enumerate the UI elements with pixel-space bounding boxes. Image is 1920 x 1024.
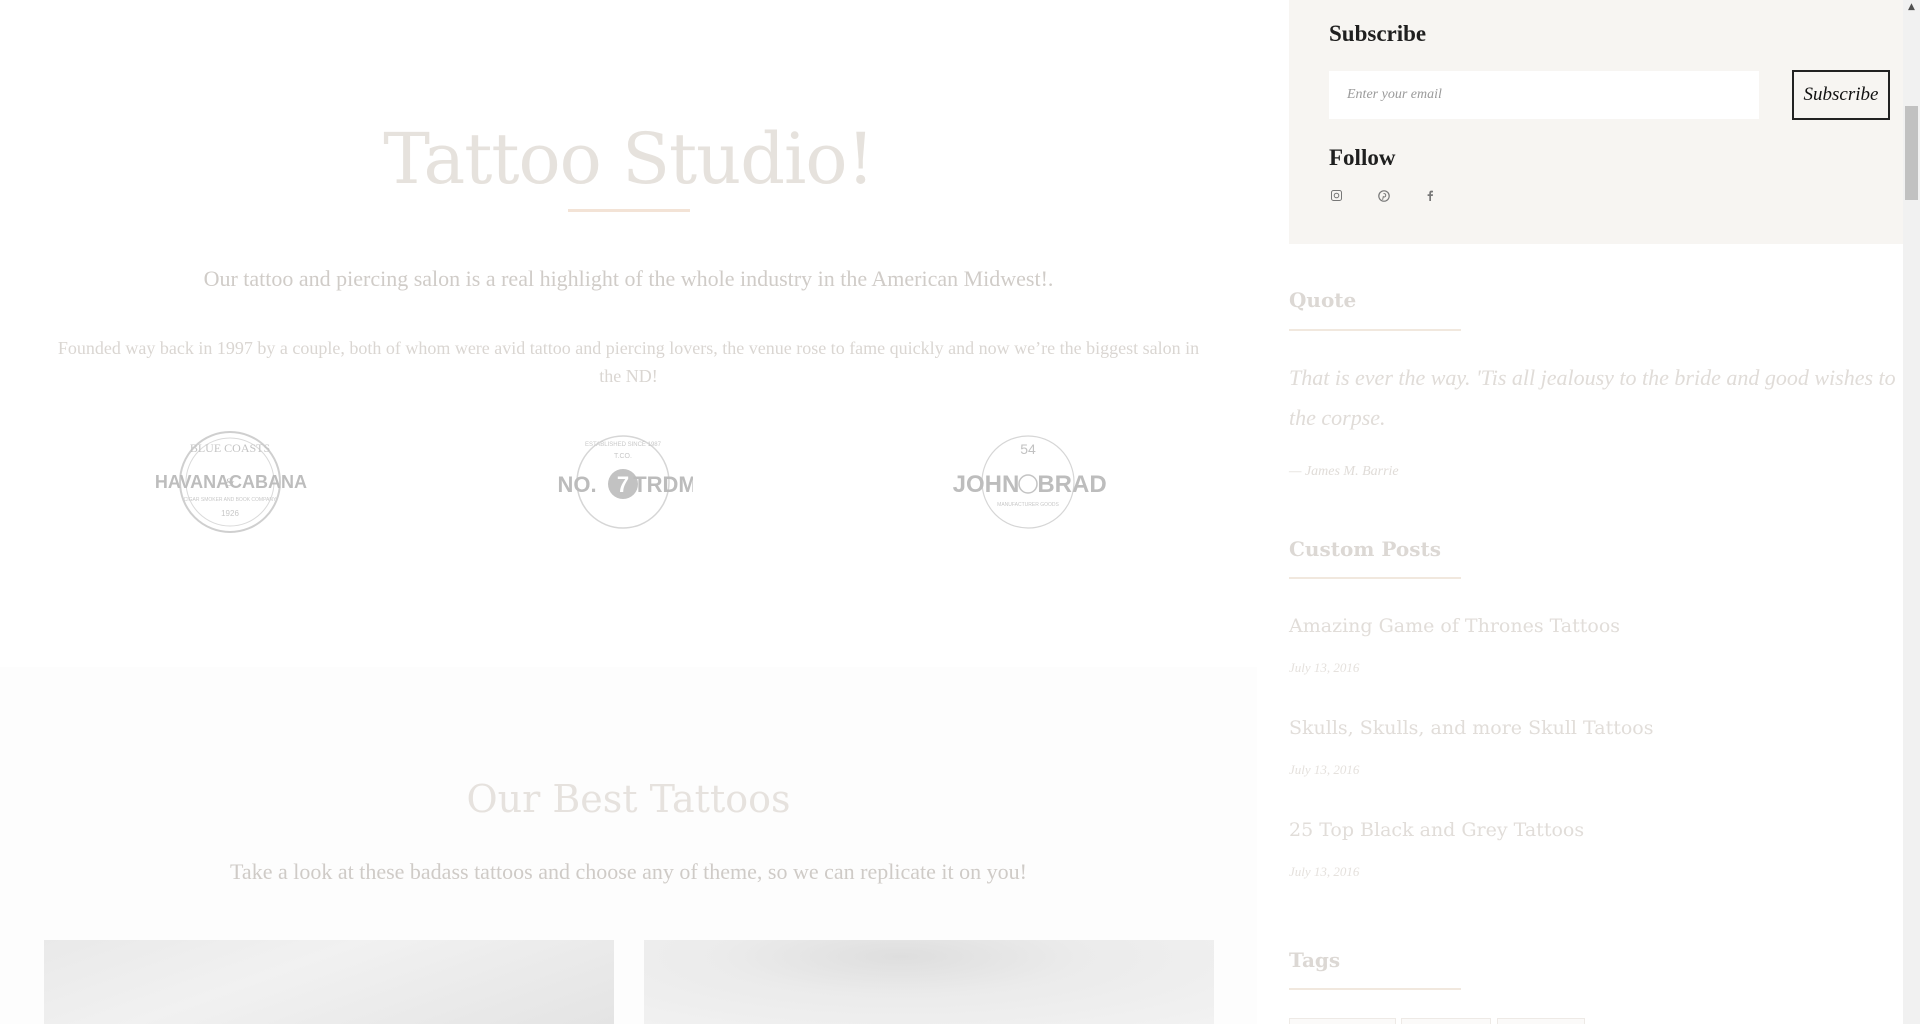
svg-text:CABANA: CABANA <box>229 472 307 492</box>
instagram-icon[interactable] <box>1329 190 1343 204</box>
subscribe-widget: Subscribe Enter your email Subscribe Fol… <box>1289 0 1903 244</box>
svg-text:1926: 1926 <box>221 509 239 518</box>
scroll-up-arrow-icon[interactable]: ▲ <box>1903 0 1920 14</box>
hero-section: Tattoo Studio! Our tattoo and piercing s… <box>0 0 1257 667</box>
svg-text:CIGAR SMOKER AND BOOK COMPANY: CIGAR SMOKER AND BOOK COMPANY <box>184 497 277 503</box>
sidebar: Subscribe Enter your email Subscribe Fol… <box>1257 0 1903 1024</box>
hero-lead-text: Our tattoo and piercing salon is a real … <box>203 266 1054 291</box>
tattoo-photo-2[interactable] <box>644 940 1214 1024</box>
page-scrollbar[interactable]: ▲ <box>1903 0 1920 1024</box>
section-subtitle: Take a look at these badass tattoos and … <box>230 859 1027 884</box>
follow-heading: Follow <box>1329 145 1396 170</box>
post-date: July 13, 2016 <box>1289 762 1360 777</box>
hero-body-text: Founded way back in 1997 by a couple, bo… <box>57 338 1200 386</box>
scroll-thumb[interactable] <box>1905 106 1918 200</box>
facebook-icon[interactable] <box>1423 190 1437 204</box>
svg-text:BLUE COASTS: BLUE COASTS <box>190 441 270 455</box>
post-link[interactable]: Skulls, Skulls, and more Skull Tattoos <box>1289 717 1653 739</box>
post-link[interactable]: Amazing Game of Thrones Tattoos <box>1289 615 1620 637</box>
svg-text:BRAD: BRAD <box>1037 471 1106 498</box>
tag-chip[interactable] <box>1401 1018 1491 1024</box>
svg-text:ESTABLISHED SINCE 1987: ESTABLISHED SINCE 1987 <box>585 442 662 448</box>
quote-author: — James M. Barrie <box>1289 464 1399 479</box>
subscribe-heading: Subscribe <box>1329 21 1427 46</box>
havana-cabana-logo: BLUE COASTS HAVANA & CABANA CIGAR SMOKER… <box>150 430 310 534</box>
quote-heading: Quote <box>1289 288 1357 312</box>
svg-text:TRDM: TRDM <box>633 472 693 497</box>
pinterest-icon[interactable] <box>1377 190 1391 204</box>
title-underline <box>568 209 690 212</box>
quote-text: That is ever the way. 'Tis all jealousy … <box>1289 365 1896 430</box>
email-field[interactable]: Enter your email <box>1329 71 1759 119</box>
svg-text:MANUFACTURER GOODS: MANUFACTURER GOODS <box>997 502 1059 508</box>
best-tattoos-section: Our Best Tattoos Take a look at these ba… <box>0 667 1257 1024</box>
tags-underline <box>1289 988 1461 990</box>
custom-posts-underline <box>1289 577 1461 579</box>
john-brad-logo: 54 JOHN BRAD MANUFACTURER GOODS <box>950 430 1110 534</box>
svg-text:T.CO.: T.CO. <box>614 453 632 460</box>
tattoo-photo-1[interactable] <box>44 940 614 1024</box>
svg-text:7: 7 <box>617 472 629 497</box>
svg-text:HAVANA: HAVANA <box>155 472 229 492</box>
subscribe-button[interactable]: Subscribe <box>1792 70 1890 120</box>
svg-text:54: 54 <box>1020 441 1036 457</box>
custom-posts-heading: Custom Posts <box>1289 537 1442 561</box>
post-link[interactable]: 25 Top Black and Grey Tattoos <box>1289 819 1584 841</box>
section-title: Our Best Tattoos <box>466 777 791 821</box>
page-title: Tattoo Studio! <box>383 118 874 200</box>
main-content: Tattoo Studio! Our tattoo and piercing s… <box>0 0 1257 1024</box>
svg-text:JOHN: JOHN <box>953 471 1020 498</box>
post-date: July 13, 2016 <box>1289 864 1360 879</box>
post-date: July 13, 2016 <box>1289 660 1360 675</box>
no7-trdm-logo: ESTABLISHED SINCE 1987 T.CO. NO. 7 TRDM <box>553 430 693 534</box>
svg-text:NO.: NO. <box>557 472 596 497</box>
quote-heading-underline <box>1289 329 1461 331</box>
tag-chip[interactable] <box>1289 1018 1396 1024</box>
partner-logos: BLUE COASTS HAVANA & CABANA CIGAR SMOKER… <box>0 430 1257 540</box>
tags-heading: Tags <box>1289 948 1341 972</box>
tag-chip[interactable] <box>1497 1018 1585 1024</box>
